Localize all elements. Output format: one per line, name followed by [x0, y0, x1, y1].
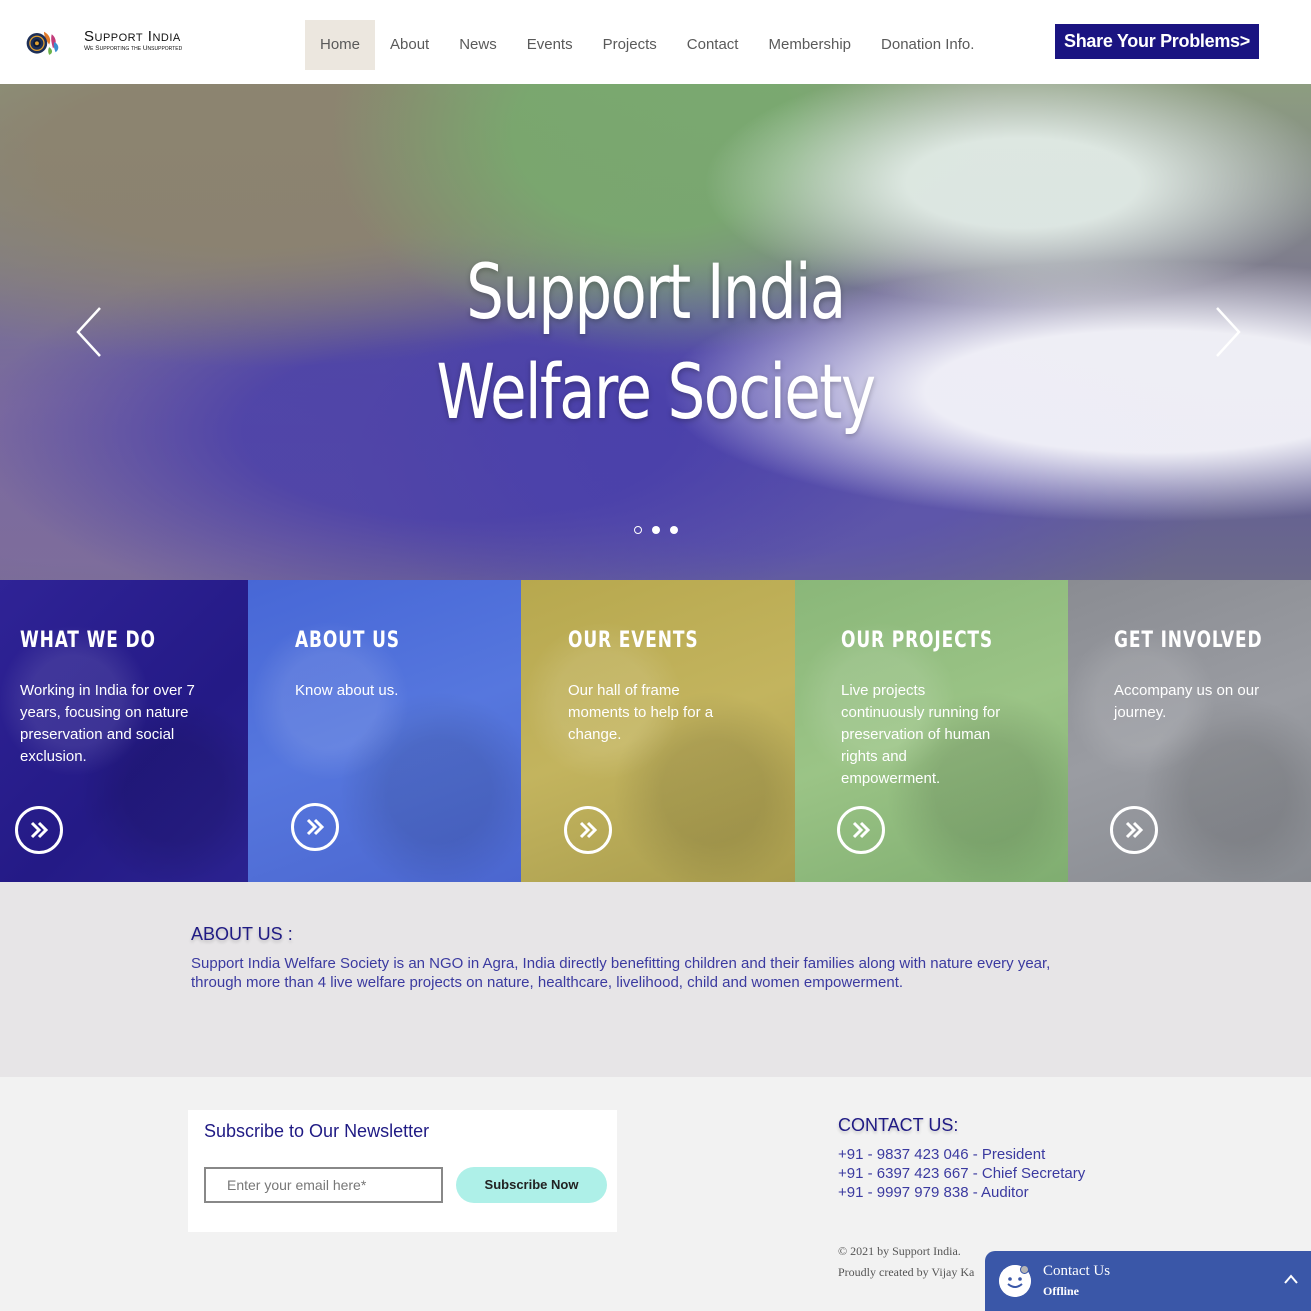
contact-line-secretary: +91 - 6397 423 667 - Chief Secretary — [838, 1165, 1086, 1182]
hero-slideshow: Support India Welfare Society — [0, 84, 1311, 580]
nav-item-projects[interactable]: Projects — [588, 20, 672, 70]
hero-title-line-2: Welfare Society — [436, 347, 876, 436]
subscribe-button[interactable]: Subscribe Now — [456, 1167, 607, 1203]
tile-arrow-button[interactable] — [15, 806, 63, 854]
tile-arrow-button[interactable] — [291, 803, 339, 851]
tile-background-image — [248, 580, 521, 882]
previous-slide-arrow-icon[interactable] — [74, 306, 104, 358]
slide-dot-2[interactable] — [652, 526, 660, 534]
tile-about-us[interactable]: ABOUT US Know about us. — [248, 580, 521, 882]
contact-info: CONTACT US: +91 - 9837 423 046 - Preside… — [838, 1115, 1085, 1202]
site-header: Support India We Supporting the Unsuppor… — [0, 0, 1311, 84]
double-chevron-right-icon — [852, 821, 871, 839]
newsletter-heading: Subscribe to Our Newsletter — [204, 1121, 430, 1141]
logo-title: Support India — [84, 28, 181, 45]
tile-title: OUR PROJECTS — [841, 628, 994, 653]
tile-text: Know about us. — [295, 682, 399, 699]
tile-title: ABOUT US — [295, 628, 400, 653]
contact-heading: CONTACT US: — [838, 1115, 959, 1135]
tile-text: Our hall of frame moments to help for a … — [568, 682, 714, 743]
site-logo[interactable]: Support India We Supporting the Unsuppor… — [26, 22, 216, 64]
nav-item-donation-info[interactable]: Donation Info. — [866, 20, 989, 70]
nav-item-events[interactable]: Events — [512, 20, 588, 70]
nav-item-contact[interactable]: Contact — [672, 20, 754, 70]
tile-background-image — [1068, 580, 1311, 882]
slide-dot-3[interactable] — [670, 526, 678, 534]
tile-arrow-button[interactable] — [1110, 806, 1158, 854]
double-chevron-right-icon — [579, 821, 598, 839]
next-slide-arrow-icon[interactable] — [1213, 306, 1243, 358]
main-nav: Home About News Events Projects Contact … — [305, 20, 989, 70]
chat-status: Offline — [1043, 1284, 1079, 1298]
tile-text: Live projects continuously running for p… — [841, 682, 1001, 787]
newsletter-form: Subscribe to Our Newsletter Subscribe No… — [188, 1110, 617, 1232]
logo-emblem-icon — [26, 31, 59, 55]
email-input[interactable] — [204, 1167, 443, 1203]
nav-item-news[interactable]: News — [444, 20, 512, 70]
about-section: ABOUT US : Support India Welfare Society… — [0, 882, 1311, 1077]
chat-widget[interactable]: Contact Us Offline — [985, 1251, 1311, 1311]
contact-line-president: +91 - 9837 423 046 - President — [838, 1146, 1046, 1163]
tile-text: Accompany us on our journey. — [1114, 682, 1260, 721]
tile-our-events[interactable]: OUR EVENTS Our hall of frame moments to … — [521, 580, 795, 882]
tile-get-involved[interactable]: GET INVOLVED Accompany us on our journey… — [1068, 580, 1311, 882]
double-chevron-right-icon — [306, 818, 325, 836]
copyright-line: © 2021 by Support India. — [838, 1244, 961, 1258]
hero-title-line-1: Support India — [466, 247, 846, 336]
tile-title: OUR EVENTS — [568, 628, 699, 653]
tile-title: GET INVOLVED — [1114, 628, 1263, 653]
double-chevron-right-icon — [30, 821, 49, 839]
hero-title: Support India Welfare Society — [144, 242, 1167, 442]
offline-status-icon — [1020, 1265, 1029, 1274]
tile-what-we-do[interactable]: WHAT WE DO Working in India for over 7 y… — [0, 580, 248, 882]
nav-item-home[interactable]: Home — [305, 20, 376, 70]
tile-arrow-button[interactable] — [837, 806, 885, 854]
tile-arrow-button[interactable] — [564, 806, 612, 854]
contact-line-auditor: +91 - 9997 979 838 - Auditor — [838, 1184, 1029, 1201]
credit-line: Proudly created by Vijay Ka — [838, 1265, 975, 1279]
slide-dot-1[interactable] — [634, 526, 642, 534]
about-heading: ABOUT US : — [191, 924, 293, 944]
feature-tiles: WHAT WE DO Working in India for over 7 y… — [0, 580, 1311, 882]
nav-item-membership[interactable]: Membership — [753, 20, 866, 70]
double-chevron-right-icon — [1125, 821, 1144, 839]
slide-indicators — [634, 526, 678, 534]
tile-our-projects[interactable]: OUR PROJECTS Live projects continuously … — [795, 580, 1068, 882]
logo-tagline: We Supporting the Unsupported — [84, 45, 183, 52]
tile-text: Working in India for over 7 years, focus… — [20, 682, 195, 765]
share-problems-button[interactable]: Share Your Problems> — [1055, 24, 1259, 59]
tile-title: WHAT WE DO — [20, 628, 156, 653]
chat-title: Contact Us — [1043, 1263, 1111, 1279]
nav-item-about[interactable]: About — [375, 20, 444, 70]
chevron-up-icon[interactable] — [1283, 1273, 1299, 1285]
about-body: Support India Welfare Society is an NGO … — [191, 955, 1051, 991]
copyright: © 2021 by Support India. Proudly created… — [838, 1241, 974, 1283]
